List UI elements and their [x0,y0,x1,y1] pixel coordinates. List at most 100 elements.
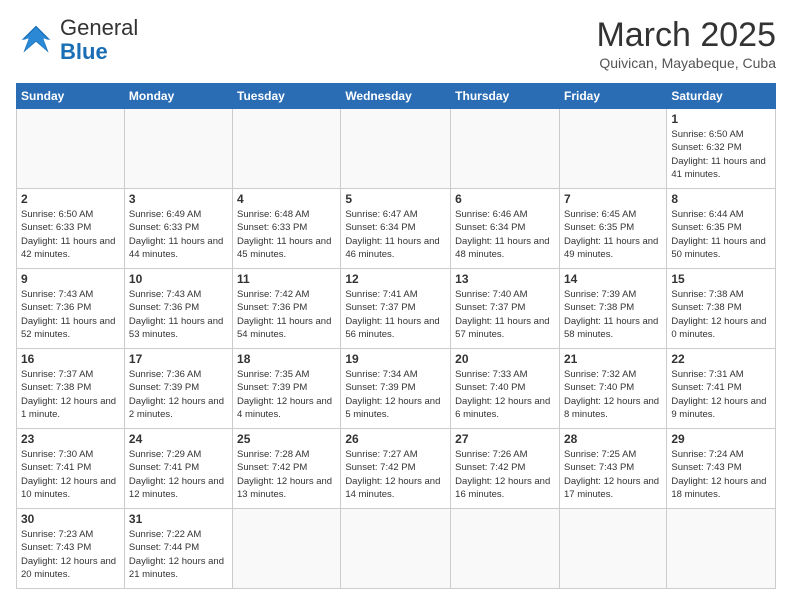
calendar-cell [233,509,341,589]
day-number: 14 [564,272,662,286]
day-info: Sunrise: 7:22 AMSunset: 7:44 PMDaylight:… [129,528,228,581]
day-number: 6 [455,192,555,206]
calendar-cell: 9Sunrise: 7:43 AMSunset: 7:36 PMDaylight… [17,269,125,349]
day-header-sunday: Sunday [17,84,125,109]
calendar-cell: 10 Sunrise: 7:43 AMSunset: 7:36 PMDayligh… [124,269,232,349]
day-number: 13 [455,272,555,286]
day-info: Sunrise: 6:47 AMSunset: 6:34 PMDaylight:… [345,208,446,261]
day-number: 12 [345,272,446,286]
calendar-cell [233,109,341,189]
calendar-cell: 18Sunrise: 7:35 AMSunset: 7:39 PMDayligh… [233,349,341,429]
calendar-cell: 8 Sunrise: 6:44 AMSunset: 6:35 PMDaylight… [667,189,776,269]
location-subtitle: Quivican, Mayabeque, Cuba [596,55,776,71]
calendar-week-5: 30Sunrise: 7:23 AMSunset: 7:43 PMDayligh… [17,509,776,589]
day-info: Sunrise: 6:48 AMSunset: 6:33 PMDaylight:… [237,208,336,261]
day-number: 8 [671,192,771,206]
calendar-body: 1Sunrise: 6:50 AMSunset: 6:32 PMDaylight… [17,109,776,589]
calendar-cell: 17 Sunrise: 7:36 AMSunset: 7:39 PMDayligh… [124,349,232,429]
day-number: 23 [21,432,120,446]
day-info: Sunrise: 7:26 AMSunset: 7:42 PMDaylight:… [455,448,555,501]
day-info: Sunrise: 7:38 AMSunset: 7:38 PMDaylight:… [671,288,771,341]
day-number: 29 [671,432,771,446]
day-info: Sunrise: 7:27 AMSunset: 7:42 PMDaylight:… [345,448,446,501]
day-number: 2 [21,192,120,206]
day-info: Sunrise: 7:41 AMSunset: 7:37 PMDaylight:… [345,288,446,341]
calendar-week-1: 2 Sunrise: 6:50 AMSunset: 6:33 PMDaylight… [17,189,776,269]
calendar-week-3: 16Sunrise: 7:37 AMSunset: 7:38 PMDayligh… [17,349,776,429]
calendar-cell [341,509,451,589]
day-header-monday: Monday [124,84,232,109]
day-number: 16 [21,352,120,366]
logo: General Blue [16,16,138,64]
calendar-week-0: 1Sunrise: 6:50 AMSunset: 6:32 PMDaylight… [17,109,776,189]
day-number: 19 [345,352,446,366]
day-number: 24 [129,432,228,446]
calendar-cell: 1Sunrise: 6:50 AMSunset: 6:32 PMDaylight… [667,109,776,189]
day-number: 9 [21,272,120,286]
calendar-cell: 27Sunrise: 7:26 AMSunset: 7:42 PMDayligh… [451,429,560,509]
day-info: Sunrise: 7:43 AMSunset: 7:36 PMDaylight:… [129,288,228,341]
page-header: General Blue March 2025 Quivican, Mayabe… [16,16,776,71]
day-number: 7 [564,192,662,206]
calendar-cell [667,509,776,589]
day-number: 4 [237,192,336,206]
calendar-cell: 23 Sunrise: 7:30 AMSunset: 7:41 PMDayligh… [17,429,125,509]
day-info: Sunrise: 6:50 AMSunset: 6:33 PMDaylight:… [21,208,120,261]
day-number: 21 [564,352,662,366]
calendar-cell: 2 Sunrise: 6:50 AMSunset: 6:33 PMDaylight… [17,189,125,269]
calendar-week-4: 23 Sunrise: 7:30 AMSunset: 7:41 PMDayligh… [17,429,776,509]
day-info: Sunrise: 6:44 AMSunset: 6:35 PMDaylight:… [671,208,771,261]
day-info: Sunrise: 7:31 AMSunset: 7:41 PMDaylight:… [671,368,771,421]
calendar-cell [451,109,560,189]
calendar-header: SundayMondayTuesdayWednesdayThursdayFrid… [17,84,776,109]
calendar-cell: 20Sunrise: 7:33 AMSunset: 7:40 PMDayligh… [451,349,560,429]
day-info: Sunrise: 7:30 AMSunset: 7:41 PMDaylight:… [21,448,120,501]
calendar-cell: 31 Sunrise: 7:22 AMSunset: 7:44 PMDayligh… [124,509,232,589]
day-info: Sunrise: 6:45 AMSunset: 6:35 PMDaylight:… [564,208,662,261]
day-number: 10 [129,272,228,286]
calendar-cell [559,109,666,189]
calendar-cell: 14Sunrise: 7:39 AMSunset: 7:38 PMDayligh… [559,269,666,349]
calendar-cell: 12 Sunrise: 7:41 AMSunset: 7:37 PMDayligh… [341,269,451,349]
day-header-wednesday: Wednesday [341,84,451,109]
calendar-cell [341,109,451,189]
day-number: 5 [345,192,446,206]
days-of-week-row: SundayMondayTuesdayWednesdayThursdayFrid… [17,84,776,109]
calendar-cell [559,509,666,589]
calendar-cell: 16Sunrise: 7:37 AMSunset: 7:38 PMDayligh… [17,349,125,429]
day-number: 28 [564,432,662,446]
calendar-cell: 22 Sunrise: 7:31 AMSunset: 7:41 PMDayligh… [667,349,776,429]
day-header-friday: Friday [559,84,666,109]
calendar-week-2: 9 Sunrise: 7:43 AMSunset: 7:36 PMDaylight… [17,269,776,349]
day-number: 3 [129,192,228,206]
day-number: 26 [345,432,446,446]
day-info: Sunrise: 7:34 AMSunset: 7:39 PMDaylight:… [345,368,446,421]
day-header-thursday: Thursday [451,84,560,109]
calendar-cell: 28 Sunrise: 7:25 AMSunset: 7:43 PMDayligh… [559,429,666,509]
day-info: Sunrise: 7:29 AMSunset: 7:41 PMDaylight:… [129,448,228,501]
calendar-cell: 26 Sunrise: 7:27 AMSunset: 7:42 PMDayligh… [341,429,451,509]
day-number: 1 [671,112,771,126]
day-header-saturday: Saturday [667,84,776,109]
day-info: Sunrise: 7:25 AMSunset: 7:43 PMDaylight:… [564,448,662,501]
day-number: 30 [21,512,120,526]
day-info: Sunrise: 7:32 AMSunset: 7:40 PMDaylight:… [564,368,662,421]
day-number: 22 [671,352,771,366]
logo-icon [16,22,56,58]
day-info: Sunrise: 7:28 AMSunset: 7:42 PMDaylight:… [237,448,336,501]
day-number: 25 [237,432,336,446]
calendar-cell: 29 Sunrise: 7:24 AMSunset: 7:43 PMDayligh… [667,429,776,509]
day-info: Sunrise: 7:24 AMSunset: 7:43 PMDaylight:… [671,448,771,501]
day-info: Sunrise: 7:35 AMSunset: 7:39 PMDaylight:… [237,368,336,421]
day-number: 31 [129,512,228,526]
calendar-cell [451,509,560,589]
calendar-cell: 25 Sunrise: 7:28 AMSunset: 7:42 PMDayligh… [233,429,341,509]
calendar-cell [124,109,232,189]
calendar-cell [17,109,125,189]
day-number: 17 [129,352,228,366]
day-info: Sunrise: 7:36 AMSunset: 7:39 PMDaylight:… [129,368,228,421]
day-number: 11 [237,272,336,286]
day-header-tuesday: Tuesday [233,84,341,109]
day-info: Sunrise: 7:33 AMSunset: 7:40 PMDaylight:… [455,368,555,421]
calendar-cell: 21 Sunrise: 7:32 AMSunset: 7:40 PMDayligh… [559,349,666,429]
